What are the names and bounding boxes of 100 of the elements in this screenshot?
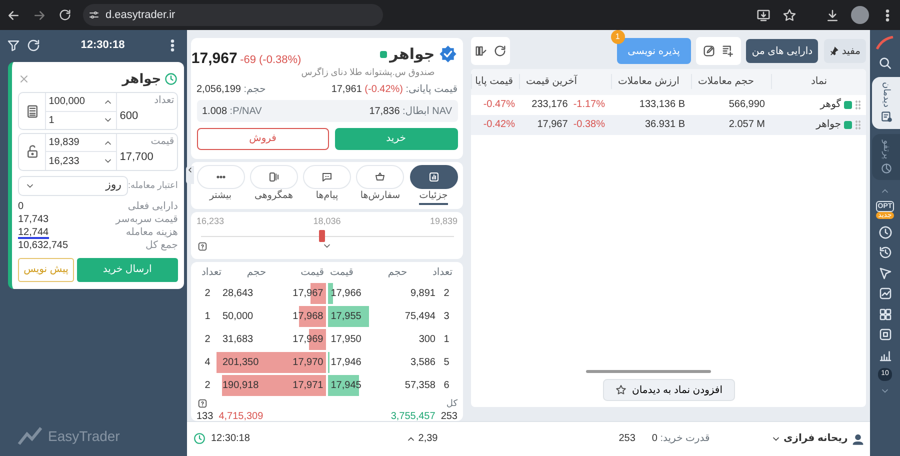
filter-button[interactable]: مفید xyxy=(824,39,866,63)
bookmark-star-icon[interactable] xyxy=(782,8,797,22)
field-label: قیمت xyxy=(150,134,174,149)
summary-value: 12,744 xyxy=(18,226,49,240)
table-cell-text: 233,176 xyxy=(532,98,568,112)
verified-icon xyxy=(438,44,458,64)
range-high: 19,839 xyxy=(430,214,458,228)
unlock-icon[interactable] xyxy=(24,144,40,160)
status-value: 253 xyxy=(618,432,636,446)
column-header: آخرین قیمت xyxy=(519,74,611,90)
install-icon[interactable] xyxy=(756,8,771,22)
volume-value: 2,056,199 xyxy=(196,83,241,98)
profile-avatar[interactable] xyxy=(850,6,868,24)
column-header: حجم xyxy=(246,266,268,280)
download-icon[interactable] xyxy=(824,8,840,22)
alarm-icon[interactable] xyxy=(878,224,892,240)
history-icon[interactable] xyxy=(878,245,892,260)
buying-power-label: قدرت خرید: xyxy=(660,432,710,446)
site-settings-icon xyxy=(88,9,100,21)
upper-limit: 100,000 xyxy=(48,95,85,110)
add-symbol-button[interactable]: افزودن نماد به دیدمان xyxy=(602,378,734,402)
order-count: 2 xyxy=(204,333,212,348)
drag-handle-icon[interactable] xyxy=(854,120,860,130)
final-price: 17,961 xyxy=(331,83,362,98)
chat-icon xyxy=(321,170,333,183)
refresh-icon[interactable] xyxy=(26,38,41,52)
symbol-name: جواهر xyxy=(816,118,841,132)
side-tab[interactable]: پرتفو xyxy=(872,134,900,180)
order-volume: 75,494 xyxy=(404,310,436,324)
pie-chart-icon xyxy=(880,162,892,175)
summary-label: هزینه معامله xyxy=(126,226,178,240)
side-tab[interactable]: دیدمان xyxy=(872,76,900,129)
notification-badge: 1 xyxy=(610,30,625,44)
lower-limit: 1 xyxy=(48,114,54,128)
summary-value: 0 xyxy=(18,200,24,214)
final-change: (-0.42%) xyxy=(364,83,404,98)
help-icon[interactable] xyxy=(196,241,208,252)
trend-icon[interactable] xyxy=(878,286,892,302)
order-count: 1 xyxy=(442,333,450,348)
ask-price: 17,971 xyxy=(292,379,324,394)
watchlist-icon xyxy=(880,110,892,124)
order-volume: 9,891 xyxy=(409,287,436,302)
total-label: کل xyxy=(446,396,458,410)
frame-icon[interactable] xyxy=(878,327,892,342)
table-cell-text: 36.931 B xyxy=(644,118,686,132)
validity-select[interactable]: روز xyxy=(18,176,128,196)
user-avatar-icon[interactable] xyxy=(850,432,864,446)
clock-icon xyxy=(192,432,206,446)
column-header: نماد xyxy=(771,74,866,90)
order-count: 1 xyxy=(204,310,212,324)
edit-columns-icon[interactable] xyxy=(474,44,488,58)
field-value: 17,700 xyxy=(120,150,154,165)
clock-icon xyxy=(164,72,178,86)
filter-icon[interactable] xyxy=(6,38,20,52)
user-name[interactable]: ریحانه فرازی xyxy=(784,431,848,446)
add-list-icon[interactable] xyxy=(721,44,736,58)
order-count: 2 xyxy=(204,287,212,302)
search-icon[interactable] xyxy=(877,55,893,71)
order-count: 3 xyxy=(442,310,450,324)
total-volume: 3,755,457 xyxy=(390,410,436,421)
filter-button[interactable]: دارایی های من xyxy=(746,39,818,63)
summary-value: 10,632,745 xyxy=(18,239,68,252)
symbol-name: جواهر xyxy=(122,70,162,88)
scrollbar[interactable] xyxy=(586,370,711,373)
summary-label: قیمت سربه‌سر xyxy=(116,213,178,226)
column-header: تعداد xyxy=(200,266,223,280)
order-volume: 300 xyxy=(418,333,436,348)
logo-icon xyxy=(16,426,42,446)
pnav-value: 1.008 xyxy=(202,104,228,118)
refresh-icon[interactable] xyxy=(493,44,508,58)
summary-label: دارایی فعلی xyxy=(128,200,178,214)
help-icon[interactable] xyxy=(196,398,208,409)
column-header: حجم xyxy=(386,266,408,280)
sell-button[interactable]: فروش xyxy=(196,128,330,150)
table-cell-text: 133,136 B xyxy=(638,98,686,112)
send-icon[interactable] xyxy=(878,266,892,281)
validity-label: اعتبار معامله: xyxy=(128,178,178,192)
order-volume: 50,000 xyxy=(222,310,254,324)
volume-label: حجم: xyxy=(244,83,266,98)
reload-button[interactable] xyxy=(58,8,72,22)
drag-handle-icon[interactable] xyxy=(854,100,860,110)
grid-icon[interactable] xyxy=(878,306,892,322)
order-count: 6 xyxy=(442,379,450,394)
ask-price: 17,967 xyxy=(292,287,324,302)
summary-label: جمع کل xyxy=(146,239,178,252)
column-header: قیمت پایا xyxy=(471,74,519,90)
calculator-icon[interactable] xyxy=(24,104,40,118)
ask-price: 17,969 xyxy=(292,333,324,348)
address-bar[interactable]: d.easytrader.ir xyxy=(82,4,382,26)
reload-icon xyxy=(58,8,72,22)
order-count: 2 xyxy=(442,287,450,302)
symbol-name: جواهر xyxy=(390,44,435,65)
ask-price: 17,970 xyxy=(292,356,324,370)
collapse-handle[interactable] xyxy=(186,166,194,184)
order-count: 4 xyxy=(204,356,212,370)
last-price: 17,967 xyxy=(191,48,238,68)
order-volume: 3,586 xyxy=(409,356,436,370)
price-change: -69 (-0.38%) xyxy=(240,52,302,68)
edit-icon[interactable] xyxy=(702,44,716,58)
column-header: حجم معاملات xyxy=(691,74,771,90)
